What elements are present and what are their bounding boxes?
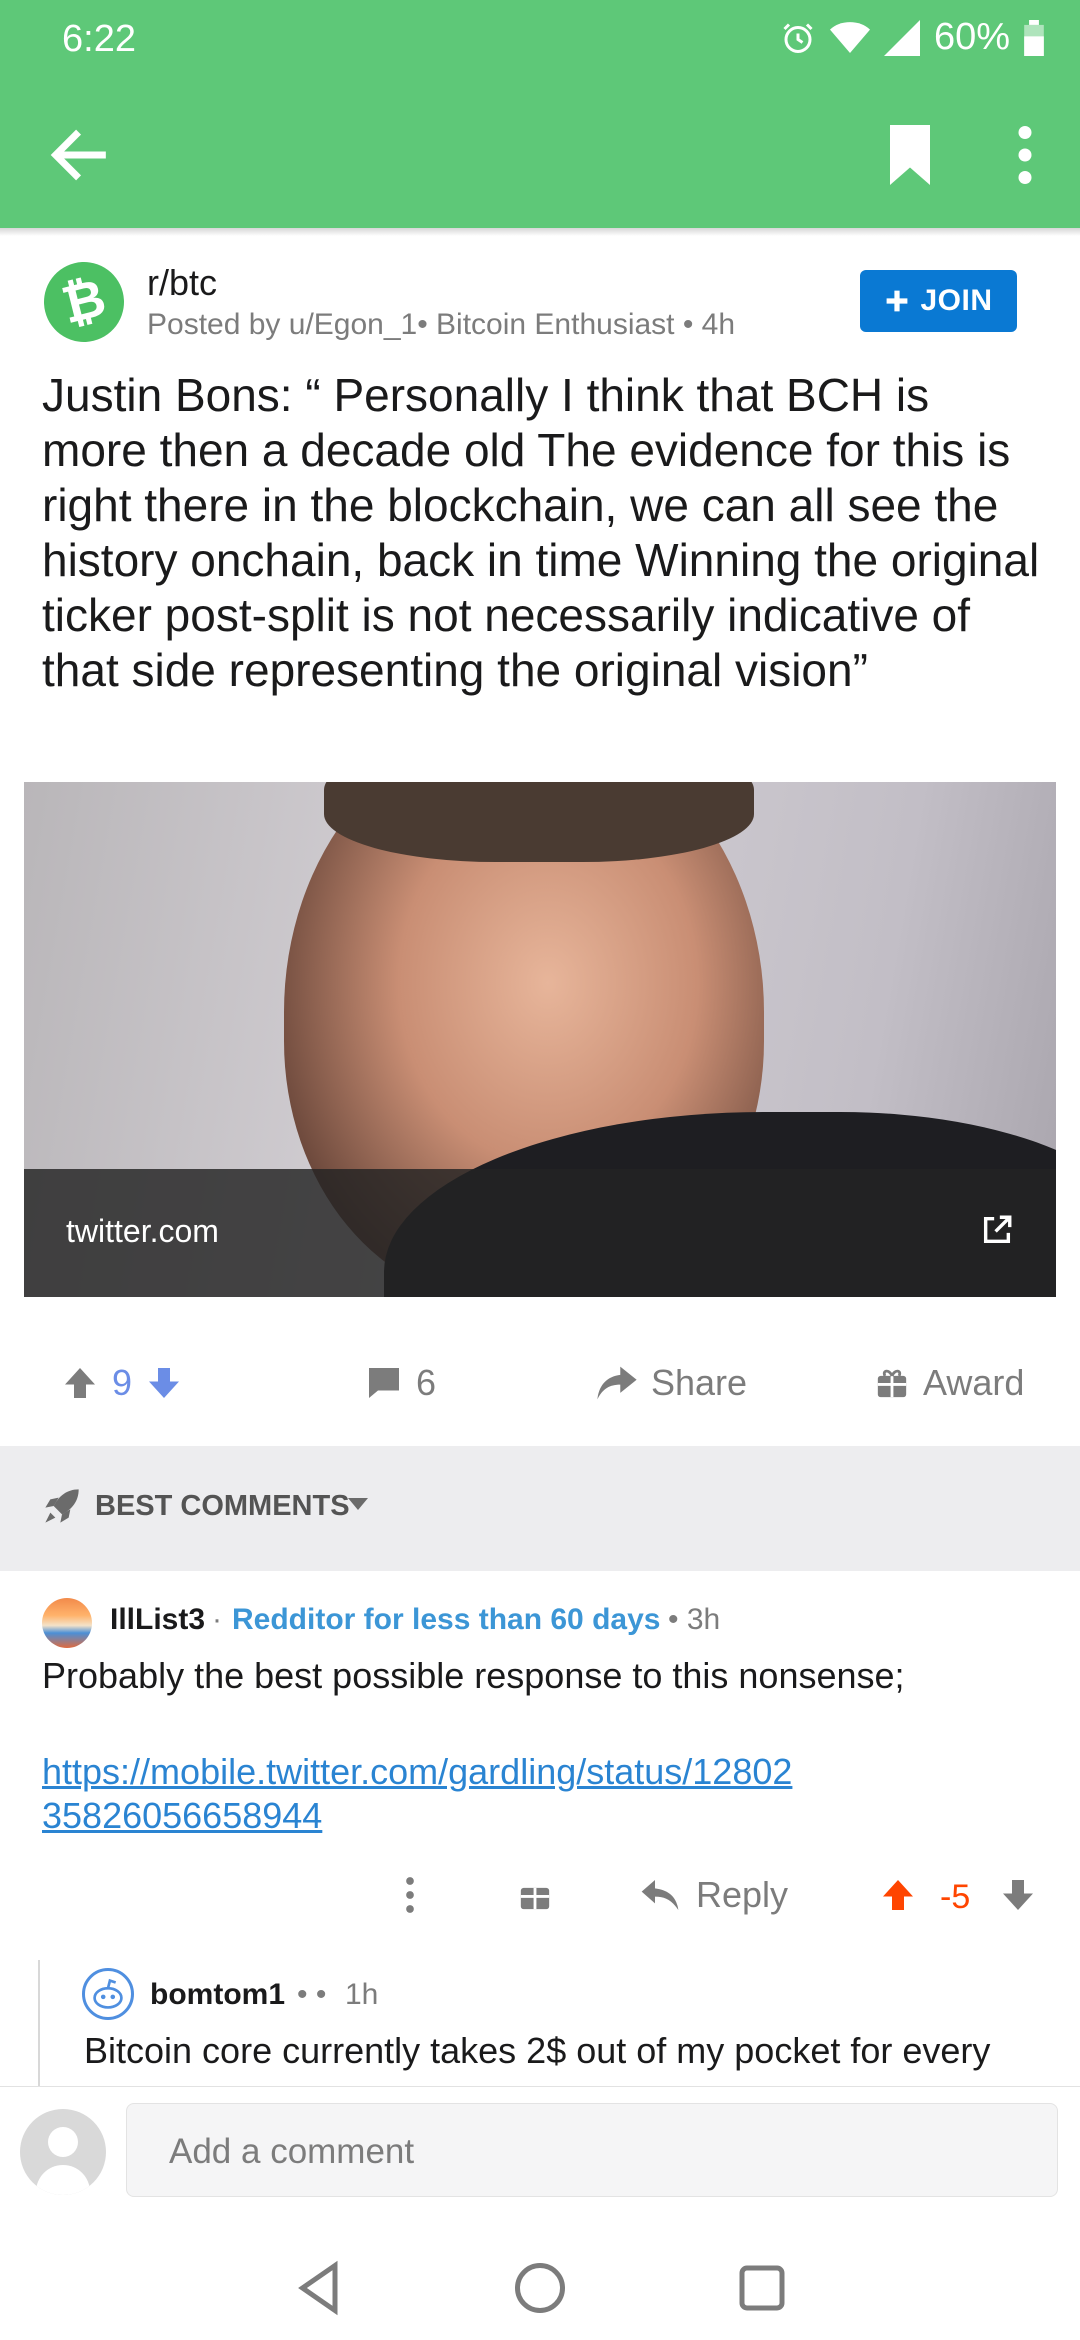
join-button[interactable]: JOIN [860, 270, 1017, 332]
reply-label: Reply [696, 1874, 789, 1915]
comment-author[interactable]: bomtom1 [150, 1978, 285, 2012]
avatar[interactable] [82, 1968, 134, 2020]
app-bar-shadow [0, 228, 1080, 236]
app-bar [0, 80, 1080, 228]
battery-icon [1024, 19, 1044, 56]
comment-body: Bitcoin core currently takes 2$ out of m… [84, 2030, 991, 2071]
wifi-icon [829, 21, 870, 53]
reply-icon [641, 1880, 679, 1910]
signal-icon [883, 19, 920, 56]
upvote-icon[interactable] [62, 1365, 98, 1401]
gift-icon[interactable] [518, 1878, 552, 1912]
rocket-icon [45, 1489, 79, 1523]
vote-group: 9 [62, 1345, 182, 1421]
system-nav-bar [0, 2236, 1080, 2340]
comment-actions: Reply -5 [0, 1860, 1080, 1930]
preview-caption-bar: twitter.com [24, 1169, 1056, 1297]
subreddit-name[interactable]: r/btc [147, 262, 217, 304]
nav-back-icon[interactable] [290, 2258, 350, 2318]
plus-icon [887, 290, 908, 312]
downvote-icon[interactable] [146, 1365, 182, 1401]
reply-button[interactable]: Reply [640, 1874, 788, 1916]
comment-time: • 3h [668, 1603, 721, 1636]
comment-placeholder: Add a comment [169, 2132, 415, 2171]
preview-photo-hair [324, 782, 754, 862]
award-label: Award [923, 1362, 1025, 1403]
user-avatar[interactable] [20, 2109, 106, 2195]
comment-input[interactable]: Add a comment [126, 2103, 1058, 2197]
avatar[interactable] [42, 1598, 92, 1648]
vote-count: 9 [112, 1362, 133, 1403]
link-domain: twitter.com [66, 1213, 219, 1249]
post-meta: Posted by u/Egon_1• Bitcoin Enthusiast •… [147, 308, 736, 341]
arrow-left-icon[interactable] [44, 120, 114, 190]
comment-time: 1h [345, 1978, 379, 2011]
chevron-down-icon [348, 1498, 368, 1510]
comment-body: Probably the best possible response to t… [42, 1655, 905, 1696]
gift-icon [877, 1369, 907, 1398]
comment-count: 6 [416, 1362, 437, 1403]
alarm-icon [783, 22, 813, 53]
comment-link[interactable]: https://mobile.twitter.com/gardling/stat… [42, 1750, 802, 1838]
separator-dot: · [212, 1603, 222, 1636]
battery-percent: 60% [933, 16, 1010, 58]
status-time: 6:22 [62, 18, 136, 60]
comment-time-value: 3h [686, 1603, 721, 1636]
comments-sort-bar[interactable]: BEST COMMENTS [0, 1446, 1080, 1571]
share-label: Share [651, 1362, 748, 1403]
share-button[interactable]: Share [597, 1345, 747, 1421]
share-icon [597, 1366, 637, 1400]
avatar-body [36, 2165, 90, 2195]
separator-dots: • • [297, 1978, 327, 2011]
more-vert-icon[interactable] [398, 1874, 422, 1916]
comments-button[interactable]: 6 [366, 1345, 436, 1421]
status-icons: 60% [780, 16, 1044, 59]
subreddit-icon[interactable]: ₿ [35, 253, 133, 351]
external-link-icon [983, 1215, 1012, 1244]
nav-recents-icon[interactable] [732, 2258, 792, 2318]
post-actions: 9 6 Share Award [0, 1345, 1080, 1421]
upvote-icon[interactable] [880, 1876, 916, 1914]
award-button[interactable]: Award [875, 1345, 1024, 1421]
snoo-avatar-icon [93, 1978, 123, 2009]
status-bar: 6:22 60% [0, 0, 1080, 80]
comment-score: -5 [940, 1878, 971, 1916]
avatar-head [48, 2127, 78, 2157]
downvote-icon[interactable] [1000, 1876, 1036, 1914]
link-preview[interactable]: twitter.com [24, 782, 1056, 1297]
comment-composer: Add a comment [0, 2086, 1080, 2237]
more-vert-icon[interactable] [1000, 124, 1050, 186]
comment-author[interactable]: IllList3 [110, 1603, 205, 1637]
sort-label: BEST COMMENTS [95, 1490, 350, 1522]
post-title[interactable]: Justin Bons: “ Personally I think that B… [42, 368, 1042, 698]
bookmark-icon[interactable] [885, 124, 935, 186]
thread-line [38, 1960, 40, 2090]
join-label: JOIN [920, 284, 993, 317]
nav-home-icon[interactable] [510, 2258, 570, 2318]
comment-icon [369, 1368, 399, 1398]
user-flair: Redditor for less than 60 days [232, 1603, 661, 1636]
